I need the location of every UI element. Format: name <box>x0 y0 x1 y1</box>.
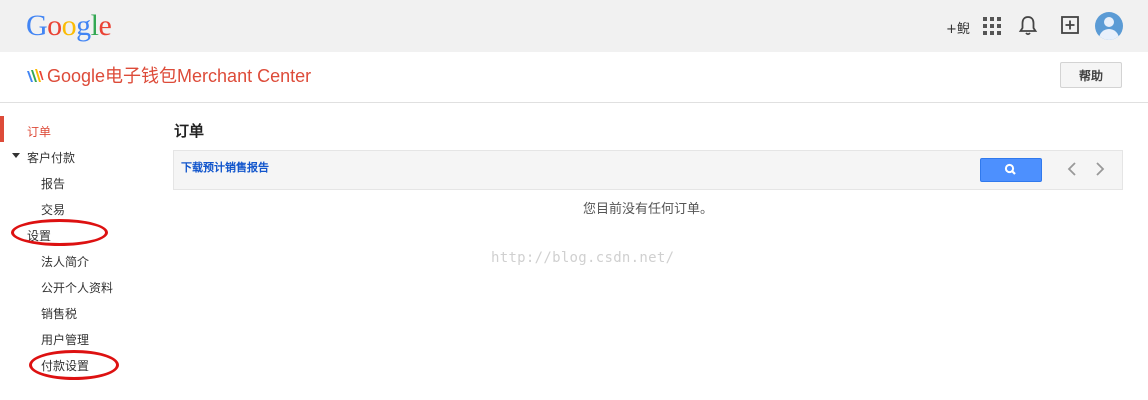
download-report-link[interactable]: 下载预计销售报告 <box>181 159 269 175</box>
logo-letter: o <box>61 9 77 42</box>
bell-icon[interactable] <box>1018 15 1040 37</box>
chevron-left-icon[interactable] <box>1066 161 1078 177</box>
annotation-oval-settings <box>11 219 108 246</box>
help-button[interactable]: 帮助 <box>1060 62 1122 88</box>
sidebar-item-sales-tax[interactable]: 销售税 <box>41 305 77 322</box>
page-title: 订单 <box>174 122 205 140</box>
logo-letter: l <box>90 9 99 42</box>
sidebar-item-legal-profile[interactable]: 法人简介 <box>41 253 89 270</box>
active-indicator <box>0 116 4 142</box>
expand-caret-icon[interactable] <box>12 153 20 158</box>
apps-grid-icon[interactable] <box>983 17 1001 35</box>
search-button[interactable] <box>980 158 1042 182</box>
chevron-right-icon[interactable] <box>1094 161 1106 177</box>
empty-state-message: 您目前没有任何订单。 <box>583 202 714 217</box>
plus-user-link[interactable]: +鲵 <box>946 18 970 37</box>
sidebar-item-customer-payments[interactable]: 客户付款 <box>27 149 75 166</box>
google-logo[interactable]: Google <box>26 8 112 44</box>
annotation-oval-payment-settings <box>29 350 119 380</box>
sidebar-item-public-profile[interactable]: 公开个人资料 <box>41 279 113 296</box>
wallet-logo-icon <box>27 69 44 82</box>
top-bar: Google +鲵 <box>0 0 1148 52</box>
add-box-icon[interactable] <box>1060 15 1082 37</box>
search-icon <box>1004 163 1016 175</box>
sidebar-item-user-management[interactable]: 用户管理 <box>41 331 89 348</box>
product-title[interactable]: Google电子钱包Merchant Center <box>47 64 311 88</box>
orders-toolbar: 下载预计销售报告 <box>173 150 1123 190</box>
logo-letter: g <box>76 9 91 42</box>
avatar-icon[interactable] <box>1095 12 1123 40</box>
sidebar-item-reports[interactable]: 报告 <box>41 175 65 192</box>
sidebar-item-transactions[interactable]: 交易 <box>41 201 65 218</box>
logo-letter: e <box>98 9 112 42</box>
sidebar-item-orders[interactable]: 订单 <box>27 123 51 140</box>
product-header: Google电子钱包Merchant Center 帮助 <box>0 52 1148 103</box>
watermark-text: http://blog.csdn.net/ <box>491 250 675 266</box>
logo-letter: G <box>26 9 48 42</box>
logo-letter: o <box>47 9 62 42</box>
